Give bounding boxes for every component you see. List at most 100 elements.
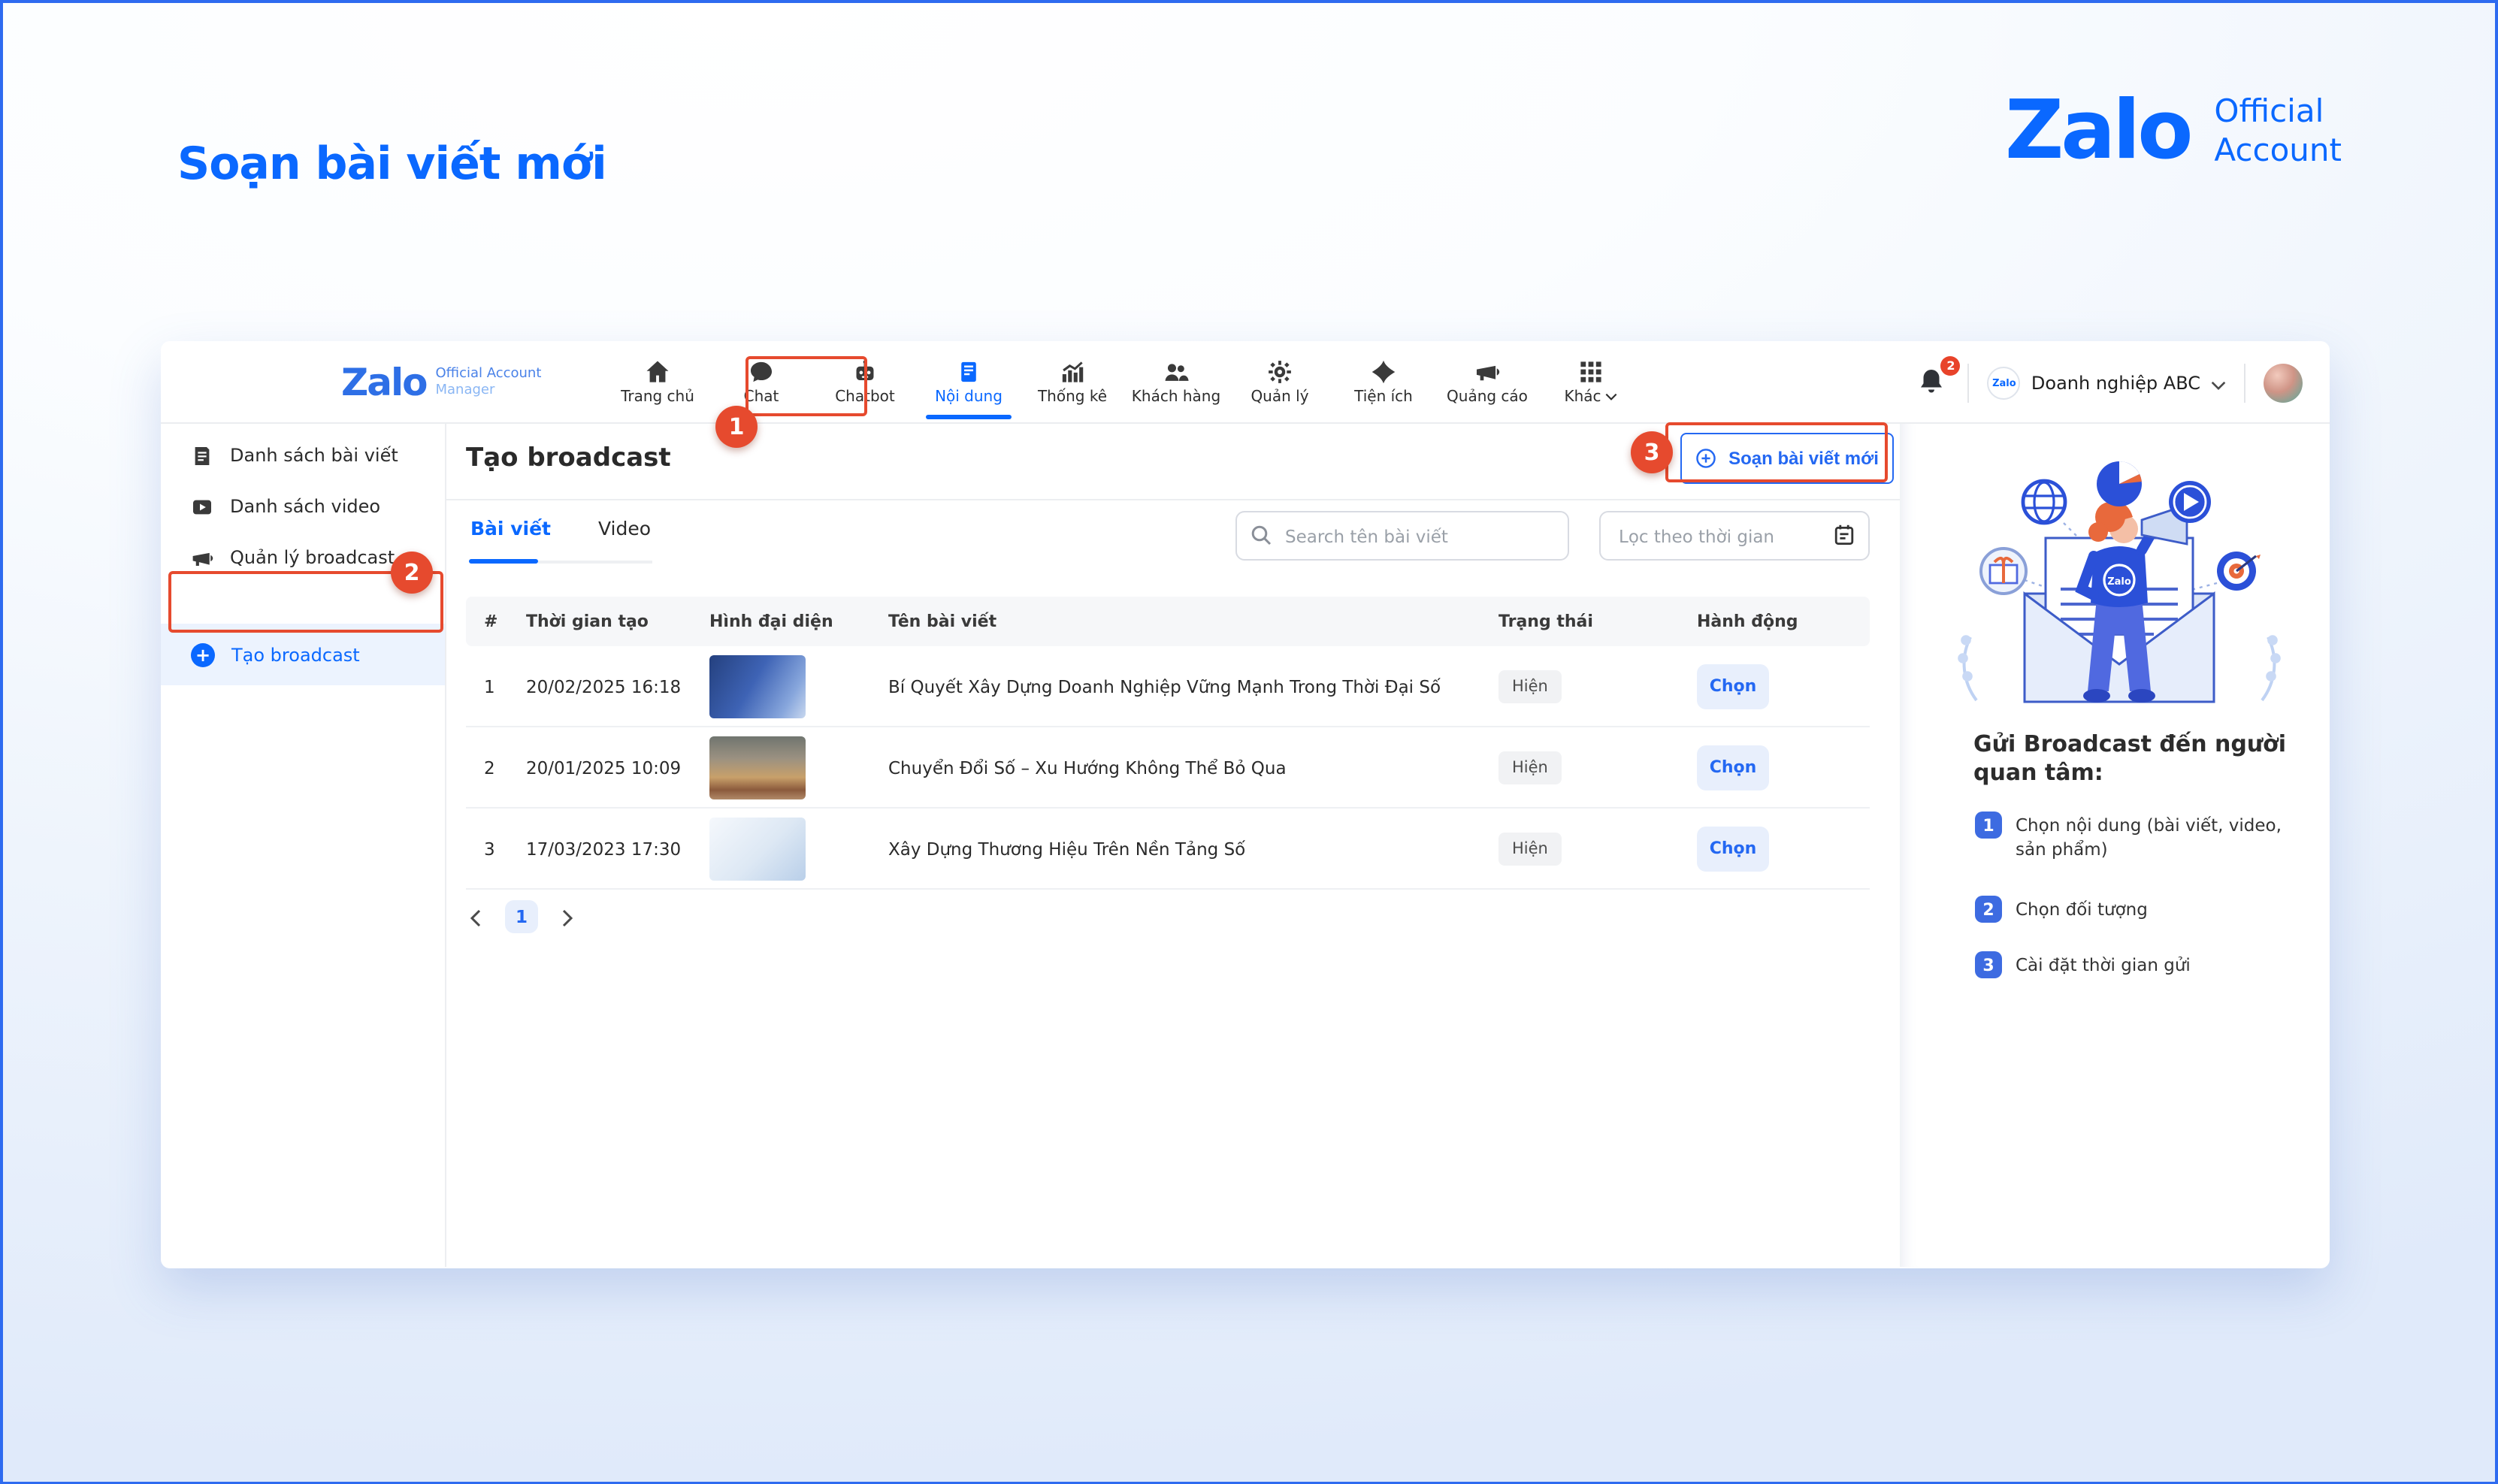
nav-tab-ads[interactable]: Quảng cáo (1435, 341, 1539, 424)
nav-tab-label: Quảng cáo (1447, 389, 1528, 406)
article-thumbnail (709, 817, 806, 880)
compose-new-article-button[interactable]: Soạn bài viết mới (1680, 433, 1894, 484)
nav-tab-utilities[interactable]: Tiện ích (1332, 341, 1435, 424)
tab-strip (538, 561, 652, 564)
page-number-current[interactable]: 1 (505, 900, 538, 933)
notifications-button[interactable]: 2 (1917, 364, 1950, 400)
illustration-shirt-label: Zalo (2107, 576, 2131, 588)
megaphone-icon (1474, 359, 1500, 385)
home-icon (645, 359, 670, 385)
col-status: Trạng thái (1498, 612, 1697, 631)
sidebar-item-label: Danh sách bài viết (230, 445, 398, 466)
oam-tagline-line2: Manager (436, 382, 542, 398)
users-icon (1163, 359, 1189, 385)
oam-tagline-line1: Official Account (436, 367, 542, 382)
oam-wordmark: Zalo (341, 361, 427, 404)
status-badge: Hiện (1498, 833, 1562, 866)
article-list-icon (191, 444, 213, 467)
table-header-row: # Thời gian tạo Hình đại diện Tên bài vi… (466, 597, 1870, 646)
table-row: 3 17/03/2023 17:30 Xây Dựng Thương Hiệu … (466, 808, 1870, 890)
help-heading: Gửi Broadcast đến người quan tâm: (1973, 730, 2286, 787)
brand-tagline: Official Account (2214, 92, 2342, 170)
gear-icon (1267, 359, 1293, 385)
search-box (1235, 511, 1569, 561)
active-tab-underline (469, 559, 538, 564)
account-name: Doanh nghiệp ABC (2031, 372, 2200, 393)
col-thumbnail: Hình đại diện (709, 612, 888, 631)
star-utility-icon (1371, 359, 1396, 385)
main-nav: Trang chủ Chat Chatbot Nội dung T (606, 341, 1643, 424)
status-badge: Hiện (1498, 670, 1562, 703)
choose-button[interactable]: Chọn (1697, 663, 1769, 709)
step-number-badge: 3 (1975, 951, 2002, 978)
chevron-down-icon (1606, 389, 1618, 406)
nav-tab-label: Nội dung (935, 389, 1003, 406)
sidebar-item-video-list[interactable]: Danh sách video (161, 481, 445, 532)
oam-logo[interactable]: Zalo Official Account Manager (341, 341, 541, 424)
tab-articles[interactable]: Bài viết (470, 517, 551, 539)
nav-tab-home[interactable]: Trang chủ (606, 341, 709, 424)
nav-tab-more[interactable]: Khác (1539, 341, 1643, 424)
nav-tab-customers[interactable]: Khách hàng (1124, 341, 1228, 424)
target-icon (2217, 552, 2261, 591)
sidebar-item-label: Quản lý broadcast (230, 547, 395, 568)
pagination: 1 (466, 900, 577, 933)
row-index: 3 (466, 838, 526, 859)
choose-button[interactable]: Chọn (1697, 826, 1769, 871)
brand-tagline-line2: Account (2214, 131, 2342, 170)
table-row: 1 20/02/2025 16:18 Bí Quyết Xây Dựng Doa… (466, 646, 1870, 727)
grid-icon (1578, 359, 1604, 385)
screenshot-canvas: Soạn bài viết mới Zalo Official Account … (0, 0, 2498, 1484)
step-text: Chọn nội dung (bài viết, video, sản phẩm… (2016, 812, 2304, 861)
account-switcher[interactable]: Zalo Doanh nghiệp ABC (1988, 366, 2226, 399)
calendar-filter-icon[interactable] (1832, 523, 1856, 547)
row-index: 1 (466, 676, 526, 697)
annotation-circle-3: 3 (1631, 431, 1673, 473)
nav-tab-chatbot[interactable]: Chatbot (813, 341, 917, 424)
globe-icon (2023, 481, 2065, 523)
sidebar-item-article-list[interactable]: Danh sách bài viết (161, 430, 445, 481)
table-row: 2 20/01/2025 10:09 Chuyển Đổi Số – Xu Hư… (466, 727, 1870, 808)
next-page-chevron-icon[interactable] (556, 906, 577, 927)
row-created: 17/03/2023 17:30 (526, 838, 709, 859)
col-index: # (466, 612, 526, 631)
annotation-circle-2: 2 (391, 552, 433, 594)
search-icon (1249, 523, 1273, 547)
annotation-circle-1: 1 (715, 406, 758, 448)
step-number-badge: 2 (1975, 896, 2002, 923)
header-right: 2 Zalo Doanh nghiệp ABC (1917, 341, 2303, 424)
article-thumbnail (709, 736, 806, 799)
nav-tab-label: Quản lý (1251, 389, 1308, 406)
choose-button[interactable]: Chọn (1697, 745, 1769, 790)
oam-tagline: Official Account Manager (436, 367, 542, 398)
play-icon (2169, 481, 2211, 523)
gift-icon (1981, 549, 2026, 594)
notification-badge: 2 (1941, 355, 1961, 375)
broadcast-illustration: Zalo (1931, 451, 2307, 721)
robot-icon (852, 359, 878, 385)
plus-circle-outline-icon (1695, 448, 1716, 469)
sidebar-item-create-broadcast[interactable]: + Tạo broadcast (161, 624, 445, 685)
time-filter-input[interactable] (1599, 511, 1870, 561)
chevron-down-icon (2211, 368, 2226, 397)
sidebar: Danh sách bài viết Danh sách video Quản … (161, 424, 446, 1267)
page-heading: Tạo broadcast (466, 443, 671, 473)
zalo-wordmark: Zalo (2005, 90, 2190, 171)
nav-tab-label: Trang chủ (621, 389, 694, 406)
nav-tab-management[interactable]: Quản lý (1228, 341, 1332, 424)
megaphone-icon (191, 546, 213, 569)
status-badge: Hiện (1498, 751, 1562, 784)
search-input[interactable] (1235, 511, 1569, 561)
nav-tab-content[interactable]: Nội dung (917, 341, 1021, 424)
nav-tab-stats[interactable]: Thống kê (1021, 341, 1124, 424)
previous-page-chevron-icon[interactable] (466, 906, 487, 927)
tab-video[interactable]: Video (598, 517, 651, 539)
article-thumbnail (709, 654, 806, 718)
col-created: Thời gian tạo (526, 612, 709, 631)
app-body: Danh sách bài viết Danh sách video Quản … (161, 424, 2330, 1267)
video-icon (191, 495, 213, 518)
articles-table: # Thời gian tạo Hình đại diện Tên bài vi… (466, 597, 1870, 890)
user-avatar[interactable] (2264, 363, 2303, 402)
nav-tab-label: Khách hàng (1132, 389, 1220, 406)
help-heading-line2: quan tâm: (1973, 759, 2286, 787)
